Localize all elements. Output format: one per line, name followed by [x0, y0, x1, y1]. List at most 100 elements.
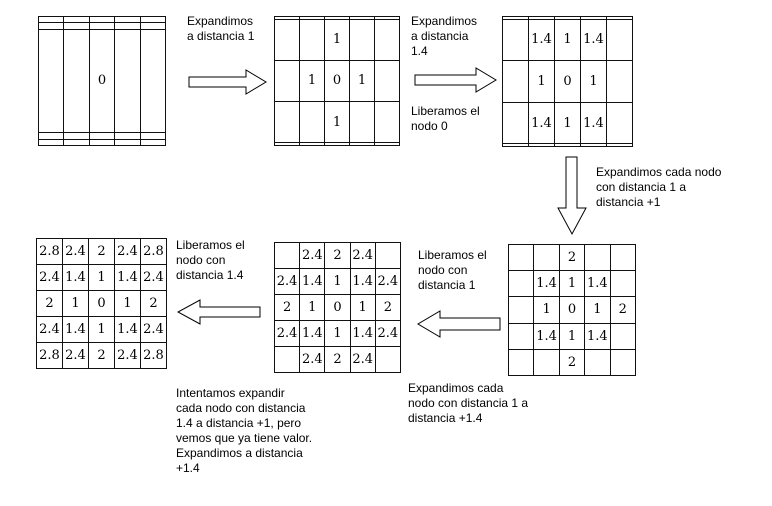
grid-cell: 2.4 [36, 264, 63, 291]
grid-step3-row: 2 [507, 243, 637, 272]
grid-step3-row: 1012 [507, 296, 637, 324]
grid-cell: 2 [88, 238, 115, 265]
grid-cell [349, 142, 375, 146]
grid-cell: 0 [324, 59, 350, 103]
grid-cell: 2.4 [62, 238, 89, 265]
grid-cell: 1.4 [533, 322, 560, 350]
grid-cell: 2.4 [114, 342, 141, 369]
grid-step2-row: 1.4 1 1.4 [502, 101, 633, 145]
grid-cell [554, 143, 581, 147]
grid-cell: 1.4 [584, 322, 611, 350]
caption-release-distance-1: Liberamos el nodo con distancia 1 [418, 248, 487, 292]
grid-cell: 1 [554, 101, 581, 145]
grid-cell: 2 [324, 242, 351, 269]
grid-cell: 2 [88, 342, 115, 369]
grid-cell: 1.4 [299, 320, 326, 347]
grid-cell: 1 [88, 316, 115, 343]
grid-initial-row [37, 138, 167, 146]
grid-final-row: 2.8 2.4 2 2.4 2.8 [36, 238, 167, 265]
grid-cell [349, 101, 375, 144]
grid-final-row: 2.4 1.4 1 1.4 2.4 [36, 316, 167, 343]
grid-cell [374, 346, 402, 373]
grid-cell: 1 [324, 18, 350, 61]
grid-cell: 1 [533, 296, 560, 324]
arrow-right-2 [414, 67, 497, 93]
grid-cell [502, 101, 529, 145]
grid-step2-row: 1.4 1 1.4 [502, 18, 633, 62]
grid-cell [580, 143, 607, 147]
grid-cell: 2.4 [374, 268, 402, 295]
grid-step3-row: 1.4 1 1.4 [507, 270, 637, 298]
grid-cell: 2 [140, 290, 167, 317]
grid-cell: 1 [324, 268, 351, 295]
grid-cell: 1 [558, 322, 586, 350]
grid-step1-row [274, 142, 400, 146]
grid-cell [507, 270, 535, 298]
grid-initial: 0 [37, 15, 167, 146]
grid-cell: 1.4 [528, 18, 555, 62]
caption-release-distance-1-4: Liberamos el nodo con distancia 1.4 [176, 238, 245, 282]
grid-cell: 1.4 [528, 101, 555, 145]
grid-cell [606, 60, 633, 103]
grid-cell: 2 [273, 294, 301, 321]
grid-cell: 1 [62, 290, 89, 317]
grid-cell [584, 348, 611, 377]
grid-cell [63, 28, 90, 134]
caption-expand-each-1-to-1-4: Expandimos cada nodo con distancia 1 a d… [408, 381, 529, 425]
grid-cell: 2.8 [36, 342, 63, 369]
grid-cell: 1.4 [584, 270, 611, 298]
grid-cell: 1 [324, 320, 351, 347]
grid-cell: 1 [324, 101, 350, 144]
grid-cell [533, 243, 560, 272]
grid-step4-row: 2.4 2 2.4 [273, 346, 402, 373]
grid-cell: 0 [558, 296, 586, 324]
grid-cell: 2.8 [140, 238, 167, 265]
grid-cell [88, 138, 116, 146]
caption-expand-distance-1: Expandimos a distancia 1 [187, 14, 255, 43]
grid-cell [374, 142, 400, 146]
grid-cell [324, 142, 350, 146]
grid-cell: 2 [324, 346, 351, 373]
grid-cell [37, 138, 65, 146]
grid-cell [114, 138, 141, 146]
grid-cell [349, 18, 375, 61]
grid-step1: 11011 [274, 16, 400, 146]
grid-cell [606, 18, 633, 62]
grid-cell: 2.4 [273, 320, 301, 347]
grid-cell [114, 28, 141, 134]
caption-expand-each-distance-1: Expandimos cada nodo con distancia 1 a d… [596, 165, 722, 209]
grid-cell: 1.4 [114, 316, 141, 343]
grid-cell [507, 243, 535, 272]
grid-cell [374, 18, 400, 61]
grid-cell: 0 [88, 290, 115, 317]
arrow-down [557, 156, 587, 236]
grid-cell: 2 [558, 243, 586, 272]
grid-cell: 0 [324, 294, 351, 321]
grid-cell: 2.4 [273, 268, 301, 295]
grid-cell [507, 348, 535, 377]
grid-step4-row: 2.4 2 2.4 [273, 242, 402, 269]
grid-cell [139, 28, 167, 134]
grid-cell: 1.4 [62, 316, 89, 343]
grid-cell: 1.4 [349, 320, 376, 347]
grid-cell [374, 59, 400, 103]
grid-cell: 2.8 [140, 342, 167, 369]
grid-cell [609, 270, 637, 298]
grid-cell [507, 296, 535, 324]
grid-final: 2.8 2.4 2 2.4 2.8 2.4 1.4 1 1.4 2.4 2 1 0 1 2 2.4 1.4 1 1.… [36, 238, 167, 369]
grid-cell: 1 [584, 296, 611, 324]
grid-cell: 2 [609, 296, 637, 324]
grid-cell: 2.4 [114, 238, 141, 265]
grid-cell [606, 143, 633, 147]
grid-step3: 2 1.4 1 1.4 1 0 1 2 1.4 1 1.4 2 [507, 243, 637, 377]
grid-final-row: 2.4 1.4 1 1.4 2.4 [36, 264, 167, 291]
grid-cell: 2.4 [299, 346, 326, 373]
arrow-left-1 [417, 310, 501, 338]
grid-cell: 1.4 [533, 270, 560, 298]
grid-step2-row: 101 [502, 60, 633, 103]
grid-cell: 1 [349, 59, 375, 103]
grid-cell [584, 243, 611, 272]
grid-cell: 1.4 [299, 268, 326, 295]
caption-expand-distance-1-4: Expandimos a distancia 1.4 [411, 14, 478, 58]
grid-cell [274, 142, 300, 146]
